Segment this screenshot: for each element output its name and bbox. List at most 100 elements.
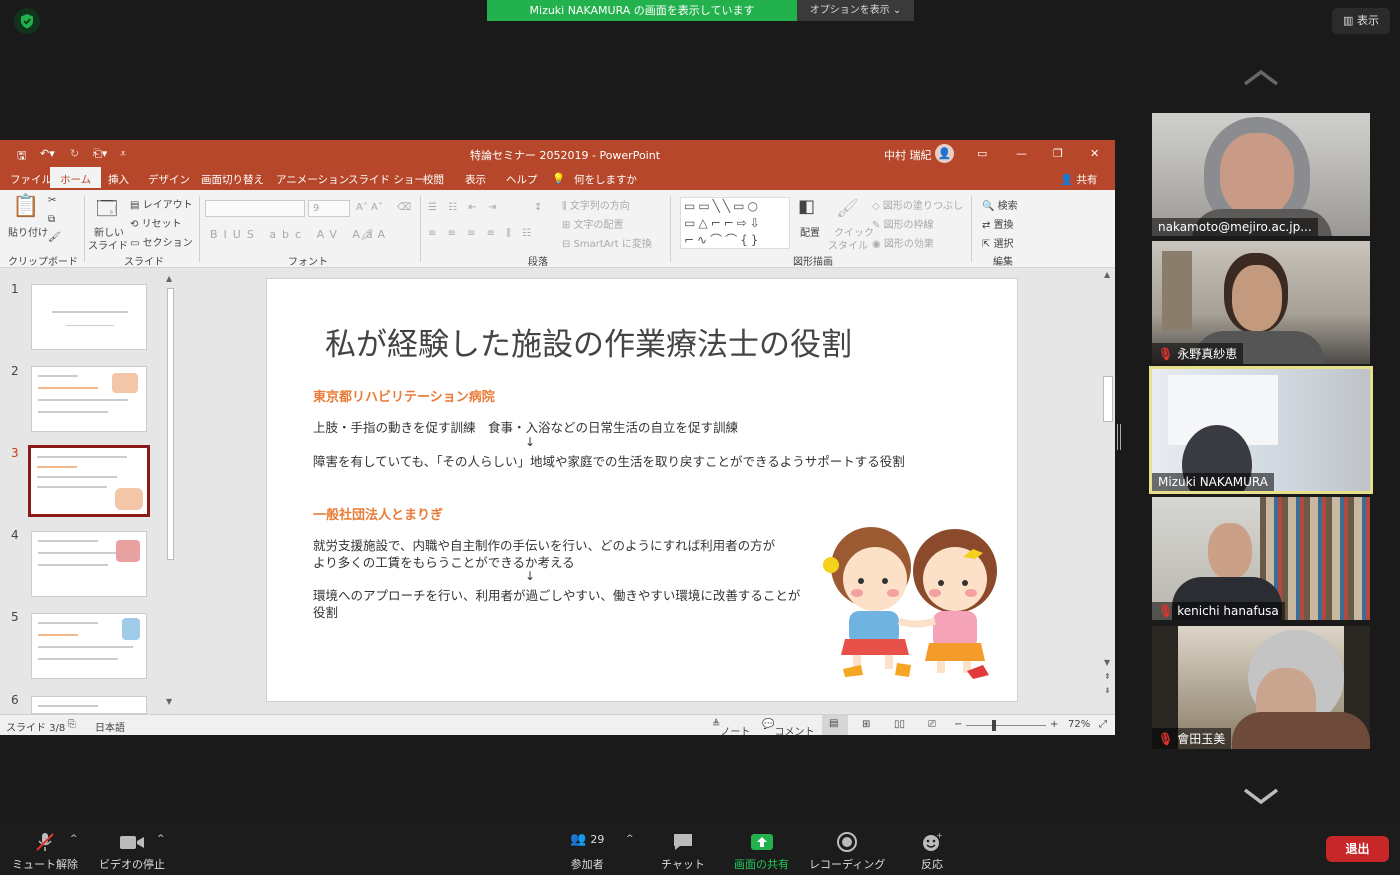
slideshow-start-icon[interactable]: ⎗▾ [93, 147, 107, 161]
tab-home[interactable]: ホーム [50, 167, 102, 190]
view-button[interactable]: ▥ 表示 [1332, 8, 1390, 34]
slide-thumbnail-6[interactable] [31, 696, 147, 714]
body-line-2[interactable]: 障害を有していても、「その人らしい」地域や家庭での生活を取り戻すことができるよう… [313, 453, 905, 470]
scroll-down-chevron-icon[interactable] [1240, 784, 1282, 808]
children-illustration[interactable] [813, 523, 1019, 683]
clear-format-icon[interactable]: ⌫ [397, 202, 411, 213]
slide-title[interactable]: 私が経験した施設の作業療法士の役割 [325, 319, 852, 364]
reset-button[interactable]: ⟲ リセット [130, 215, 182, 230]
user-avatar-icon[interactable]: 👤 [935, 144, 954, 163]
heading-hospital[interactable]: 東京都リハビリテーション病院 [313, 386, 495, 405]
minimize-icon[interactable]: — [1016, 147, 1027, 160]
slide-thumbnail-3[interactable] [28, 445, 150, 517]
participants-options-caret[interactable]: ^ [626, 834, 634, 844]
chat-button[interactable]: チャット [661, 832, 705, 872]
fit-to-window-icon[interactable]: ⤢ [1099, 719, 1107, 730]
tab-transitions[interactable]: 画面切り替え [201, 172, 264, 187]
slide-sorter-icon[interactable]: ⊞ [862, 719, 870, 730]
body-line-6[interactable]: 役割 [313, 604, 338, 621]
slide-scrollbar[interactable]: ▲ ▼ ⇞ ⇟ [1101, 268, 1115, 714]
quick-styles-button-line2[interactable]: スタイル [828, 237, 868, 252]
font-grow-icon[interactable]: A˄ A˅ [356, 202, 383, 213]
zoom-out-icon[interactable]: − [954, 719, 962, 730]
new-slide-icon[interactable]: 🗔 [96, 194, 118, 228]
leave-meeting-button[interactable]: 退出 [1326, 836, 1389, 862]
zoom-slider[interactable] [966, 725, 1046, 726]
slide-thumbnail-4[interactable] [31, 531, 147, 597]
slideshow-icon[interactable]: ⎚ [928, 719, 936, 730]
line-spacing-icon[interactable]: ↕ [534, 202, 542, 213]
arrange-button[interactable]: 配置 [800, 224, 820, 239]
align-icons[interactable]: ≡ ≡ ≡ ≡ ⫼ ☷ [428, 228, 535, 239]
reactions-button[interactable]: + 反応 [921, 832, 943, 872]
spellcheck-icon[interactable]: ⎘ [68, 719, 76, 730]
section-button[interactable]: ▭ セクション [130, 234, 193, 249]
zoom-in-icon[interactable]: + [1050, 719, 1058, 730]
audio-options-caret[interactable]: ^ [70, 834, 78, 844]
ribbon-display-options-icon[interactable]: ▭ [977, 147, 987, 160]
shapes-gallery[interactable]: ▭▭╲╲▭○ ▭△⌐⌐⇨⇩ ⌐∿⌒⌒{} [680, 197, 790, 249]
select-button[interactable]: ⇱ 選択 [982, 235, 1014, 250]
tab-file[interactable]: ファイル [10, 172, 52, 187]
normal-view-icon[interactable]: ▤ [822, 715, 848, 735]
replace-button[interactable]: ⇄ 置換 [982, 216, 1014, 231]
body-line-4[interactable]: より多くの工賃をもらうことができるか考える [313, 554, 575, 571]
zoom-level[interactable]: 72% [1068, 719, 1090, 730]
quick-styles-icon[interactable]: 🖌 [836, 198, 859, 219]
clipboard-paste-icon[interactable]: 📋 [12, 194, 39, 219]
tab-design[interactable]: デザイン [148, 172, 190, 187]
video-tile-5[interactable]: 🎙 會田玉美 [1152, 626, 1370, 749]
format-painter-icon[interactable]: 🖌 [48, 232, 61, 243]
thumbnail-scrollbar[interactable]: ▲ ▼ [165, 274, 176, 706]
user-name[interactable]: 中村 瑞紀 [884, 147, 932, 163]
redo-icon[interactable]: ↻ [70, 147, 79, 160]
font-name-input[interactable] [205, 200, 305, 217]
scroll-up-chevron-icon[interactable] [1240, 66, 1282, 90]
video-tile-3-active-speaker[interactable]: Mizuki NAKAMURA [1149, 366, 1373, 494]
body-line-5[interactable]: 環境へのアプローチを行い、利用者が過ごしやすい、働きやすい環境に改善することが [313, 587, 800, 604]
tab-view[interactable]: 表示 [465, 172, 486, 187]
share-screen-button[interactable]: 画面の共有 [734, 832, 789, 872]
arrange-icon[interactable]: ◧ [798, 196, 815, 217]
record-button[interactable]: レコーディング [809, 832, 885, 872]
align-text-button[interactable]: ⊞ 文字の配置 [562, 216, 624, 231]
notes-button[interactable]: ≜ ノート [712, 719, 750, 735]
find-button[interactable]: 🔍 検索 [982, 197, 1018, 212]
layout-button[interactable]: ▤ レイアウト [130, 196, 193, 211]
video-tile-2[interactable]: 🎙 永野真紗恵 [1152, 241, 1370, 364]
close-icon[interactable]: ✕ [1090, 147, 1099, 160]
unmute-button[interactable]: ミュート解除 [12, 832, 78, 872]
save-icon[interactable]: 🖫 [17, 147, 26, 166]
shape-outline-button[interactable]: ✎ 図形の枠線 [872, 216, 934, 231]
video-tile-4[interactable]: 🎙 kenichi hanafusa [1152, 497, 1370, 620]
customize-toolbar-icon[interactable]: ⩡ [120, 147, 126, 161]
copy-icon[interactable]: ⧉ [48, 214, 55, 225]
body-line-3[interactable]: 就労支援施設で、内職や自主制作の手伝いを行い、どのようにすれば利用者の方が [313, 537, 775, 554]
list-icons[interactable]: ☰ ☷ ⇤ ⇥ [428, 202, 500, 213]
shape-fill-button[interactable]: ◇ 図形の塗りつぶし [872, 197, 963, 212]
slide-thumbnail-5[interactable] [31, 613, 147, 679]
shape-effects-button[interactable]: ◉ 図形の効果 [872, 235, 934, 250]
smartart-button[interactable]: ⊟ SmartArt に変換 [562, 235, 652, 250]
reading-view-icon[interactable]: ▯▯ [894, 719, 905, 730]
body-line-1[interactable]: 上肢・手指の動きを促す訓練 食事・入浴などの日常生活の自立を促す訓練 [313, 419, 738, 436]
font-size-input[interactable]: 9 [308, 200, 350, 217]
view-options-dropdown[interactable]: オプションを表示 ⌄ [797, 0, 914, 21]
panel-resize-handle[interactable] [1117, 424, 1121, 450]
zoom-slider-thumb[interactable] [992, 720, 996, 731]
slide-thumbnail-2[interactable] [31, 366, 147, 432]
new-slide-button-line2[interactable]: スライド [88, 237, 128, 252]
cut-icon[interactable]: ✂ [48, 195, 56, 206]
undo-icon[interactable]: ↶▾ [40, 147, 55, 160]
text-direction-button[interactable]: ⫼ 文字列の方向 [562, 197, 630, 212]
slide-canvas[interactable]: 私が経験した施設の作業療法士の役割 東京都リハビリテーション病院 上肢・手指の動… [266, 278, 1018, 702]
tab-help[interactable]: ヘルプ [506, 172, 538, 187]
heading-tomarigi[interactable]: 一般社団法人とまりぎ [313, 504, 443, 523]
language-indicator[interactable]: 日本語 [95, 719, 125, 734]
share-button[interactable]: 👤 共有 [1060, 172, 1097, 187]
tab-review[interactable]: 校閲 [423, 172, 444, 187]
slide-thumbnail-1[interactable] [31, 284, 147, 350]
font-color-icons[interactable]: 🖍 A [360, 228, 385, 241]
paste-button[interactable]: 貼り付け [8, 224, 48, 239]
comments-button[interactable]: 💬 コメント [762, 719, 814, 735]
